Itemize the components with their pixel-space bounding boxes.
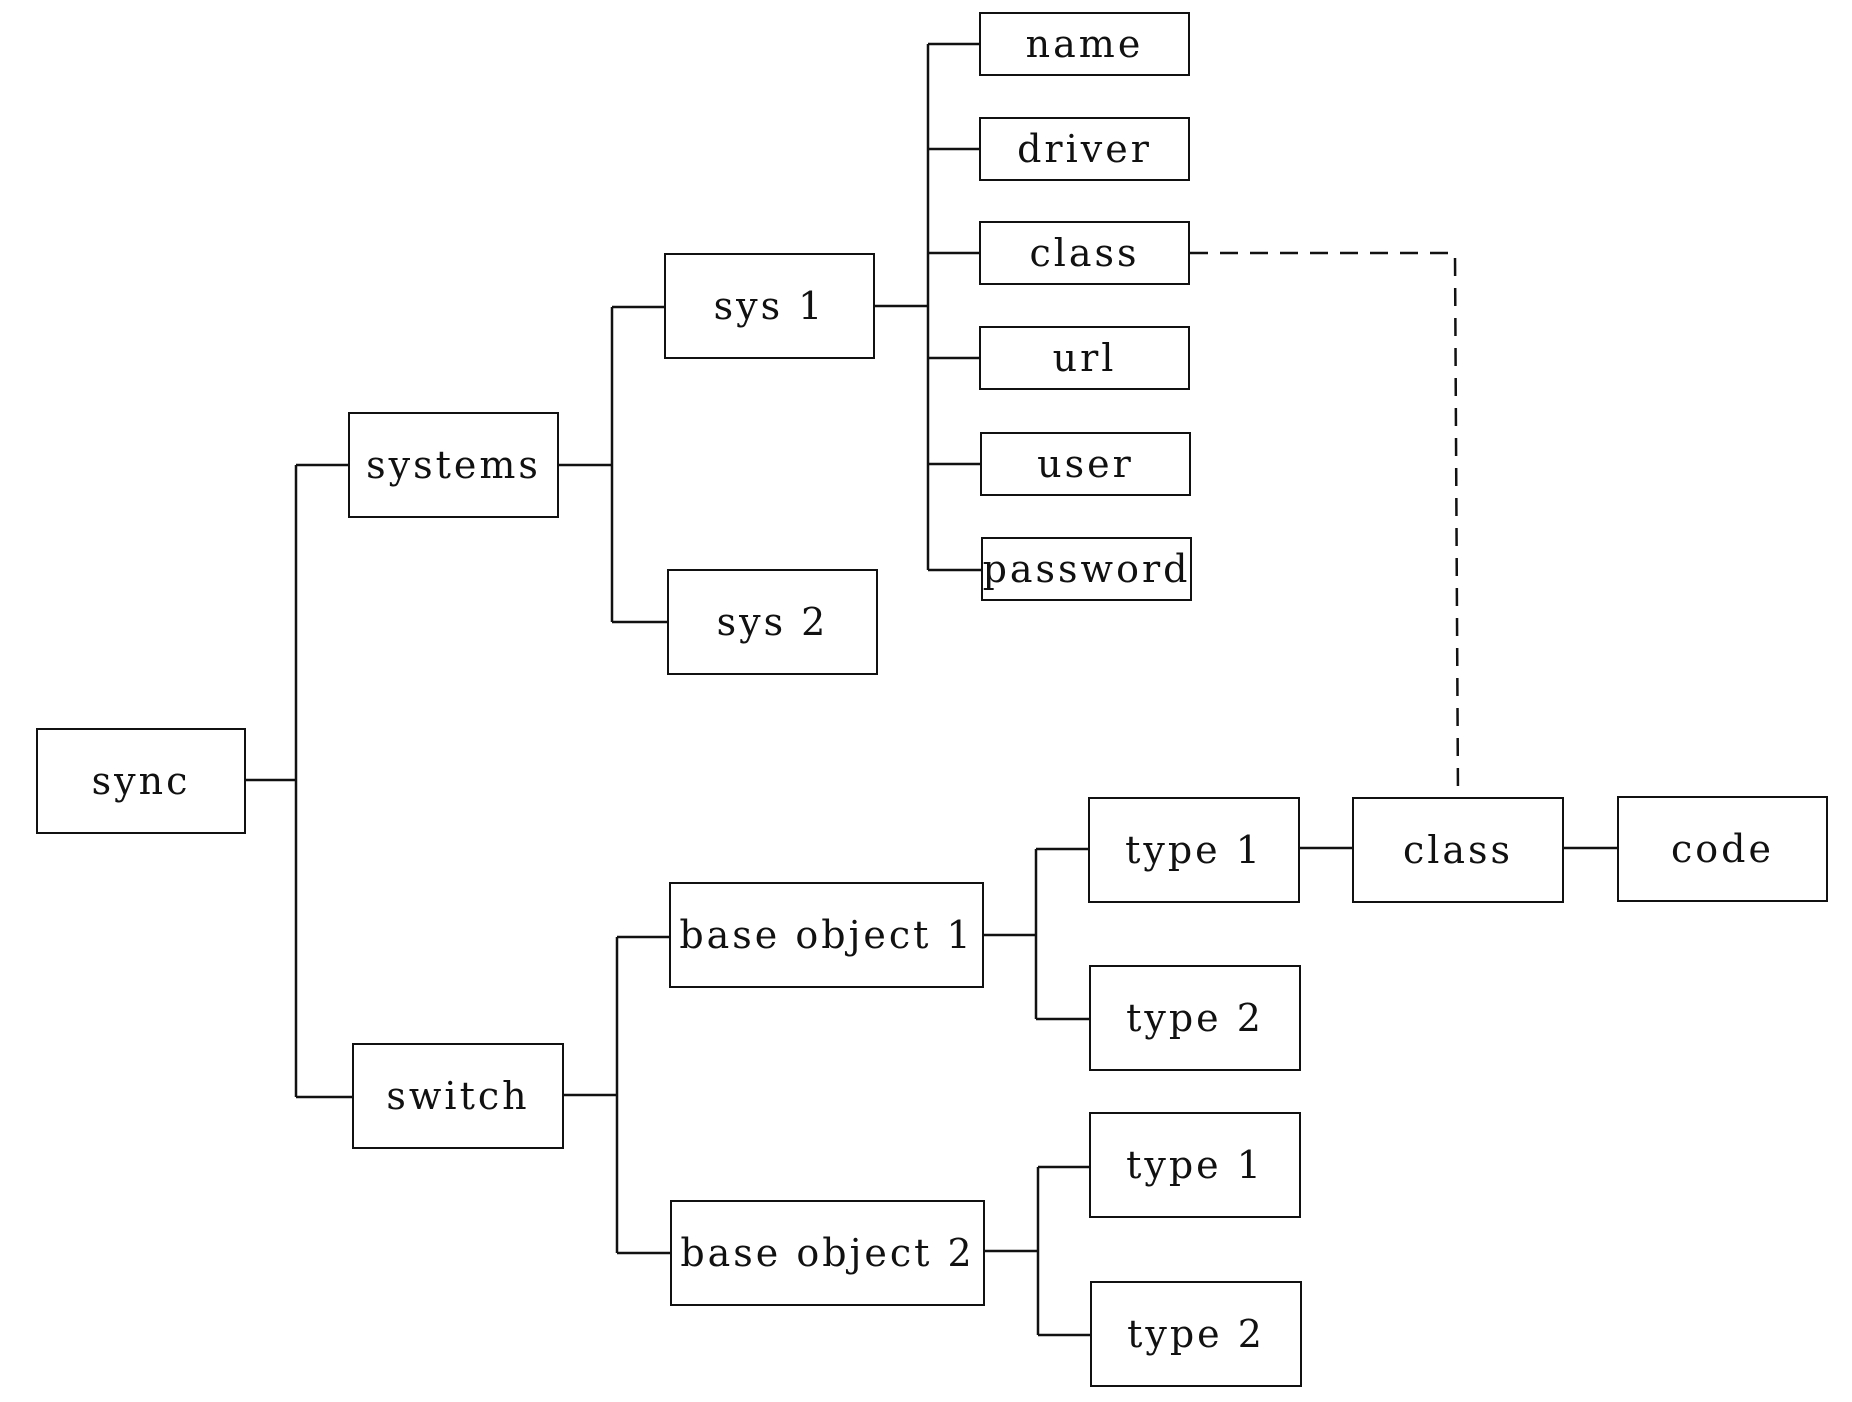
node-class-attr: class bbox=[979, 221, 1190, 285]
node-switch: switch bbox=[352, 1043, 564, 1149]
node-sys2: sys 2 bbox=[667, 569, 878, 675]
node-code: code bbox=[1617, 796, 1828, 902]
node-b2-type-2: type 2 bbox=[1090, 1281, 1302, 1387]
node-systems: systems bbox=[348, 412, 559, 518]
node-name: name bbox=[979, 12, 1190, 76]
dashed-link-class bbox=[1190, 251, 1460, 798]
node-class: class bbox=[1352, 797, 1564, 903]
node-url: url bbox=[979, 326, 1190, 390]
node-b1-type-2: type 2 bbox=[1089, 965, 1301, 1071]
node-sys1: sys 1 bbox=[664, 253, 875, 359]
node-base-object-2: base object 2 bbox=[670, 1200, 985, 1306]
node-b2-type-1: type 1 bbox=[1089, 1112, 1301, 1218]
node-base-object-1: base object 1 bbox=[669, 882, 984, 988]
node-password: password bbox=[981, 537, 1192, 601]
node-sync: sync bbox=[36, 728, 246, 834]
node-b1-type-1: type 1 bbox=[1088, 797, 1300, 903]
node-user: user bbox=[980, 432, 1191, 496]
node-driver: driver bbox=[979, 117, 1190, 181]
connector-lines bbox=[246, 42, 1617, 1337]
